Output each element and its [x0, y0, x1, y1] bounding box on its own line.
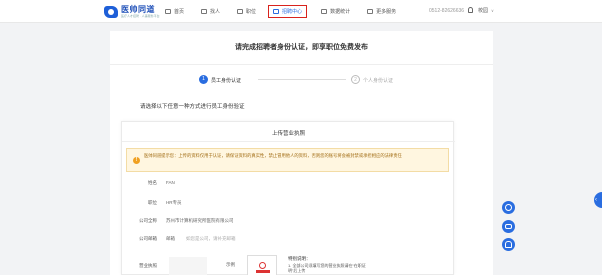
tips-text: 1. 全部公司须填写您的营业执照请在“在职证明”后上传	[288, 263, 366, 273]
divider	[122, 141, 455, 142]
seal-icon	[259, 262, 266, 269]
home-icon	[165, 9, 171, 14]
nav-item-find-people[interactable]: 找人	[198, 5, 223, 18]
logo-title: 医帅同道	[121, 5, 155, 14]
logo[interactable]: 医帅同道 医疗人才招聘 · 人事服务平台	[104, 4, 160, 20]
stamp-bar	[256, 270, 270, 273]
campus-dropdown[interactable]: 校园 ∨	[478, 7, 494, 14]
briefcase-icon	[237, 9, 244, 14]
chat-icon	[505, 224, 512, 229]
business-license-form: 上传营业执照 ! 医帅同道提示您：上传的资料仅用于认证，请保证资料的真实性，禁止…	[121, 121, 455, 275]
license-example-image[interactable]	[247, 255, 277, 275]
nav-item-recruit-center[interactable]: 招聘中心	[268, 5, 308, 18]
main-nav: 首页 找人 职位 招聘中心 数据统计 更多服务	[162, 4, 410, 19]
page-headline: 请完成招聘者身份认证，即享职位免费发布	[235, 44, 368, 51]
example-label: 示例	[226, 262, 235, 267]
chat-button[interactable]	[502, 220, 515, 233]
license-upload-area[interactable]	[169, 257, 207, 275]
form-title[interactable]: 上传营业执照	[122, 129, 455, 137]
nav-item-statistics[interactable]: 数据统计	[318, 5, 353, 18]
step-1-badge: 1	[199, 75, 208, 84]
notice-banner: ! 医帅同道提示您：上传的资料仅用于认证，请保证资料的真实性，禁止冒用他人的资料…	[126, 148, 449, 172]
people-icon	[201, 9, 208, 14]
name-label: 姓名	[148, 180, 157, 185]
company-value: 苏州市计算机研究所医院有限公司	[166, 218, 234, 223]
side-panel-toggle[interactable]: ‹	[594, 192, 602, 208]
verify-method-prompt: 请选择以下任意一种方式进行员工身份验证	[140, 104, 245, 110]
recruit-center-icon	[273, 9, 280, 14]
step-connector	[258, 79, 346, 80]
email-prefix: 邮箱	[166, 236, 175, 241]
chevron-down-icon: ∨	[491, 8, 494, 13]
nav-item-home[interactable]: 首页	[162, 5, 187, 18]
chart-icon	[321, 9, 328, 14]
divider	[110, 64, 493, 65]
main-panel: 请完成招聘者身份认证，即享职位免费发布 1 员工身份认证 2 个人身份认证 请选…	[110, 31, 493, 275]
link-button[interactable]	[502, 201, 515, 214]
service-phone: 0512-82626636	[429, 8, 465, 14]
step-2-label: 个人身份认证	[363, 78, 394, 84]
support-button[interactable]	[502, 238, 515, 251]
nav-item-more-services[interactable]: 更多服务	[364, 5, 399, 18]
notice-text: 医帅同道提示您：上传的资料仅用于认证，请保证资料的真实性，禁止冒用他人的资料，否…	[144, 153, 402, 158]
headset-icon	[505, 241, 512, 248]
step-2-badge: 2	[351, 75, 360, 84]
top-nav-bar: 医帅同道 医疗人才招聘 · 人事服务平台 首页 找人 职位 招聘中心 数据统计 …	[0, 0, 602, 23]
name-value: FAN	[166, 180, 175, 185]
company-label: 公司全称	[139, 218, 157, 223]
tips-title: 特别说明：	[288, 256, 311, 261]
link-icon	[505, 204, 512, 211]
email-label: 公司邮箱	[139, 236, 157, 241]
logo-subtitle: 医疗人才招聘 · 人事服务平台	[121, 14, 160, 18]
bell-icon[interactable]	[468, 7, 473, 13]
grid-icon	[367, 9, 374, 14]
warning-icon: !	[133, 157, 140, 164]
nav-item-jobs[interactable]: 职位	[234, 5, 259, 18]
license-label: 营业执照	[139, 263, 157, 268]
step-1-label: 员工身份认证	[211, 78, 242, 84]
step-indicator: 1 员工身份认证 2 个人身份认证	[110, 75, 493, 87]
logo-icon	[104, 6, 118, 18]
position-label: 职位	[148, 200, 157, 205]
email-field[interactable]: 如您是公司，请补充邮箱	[186, 236, 236, 242]
position-value: HR专员	[166, 200, 182, 205]
